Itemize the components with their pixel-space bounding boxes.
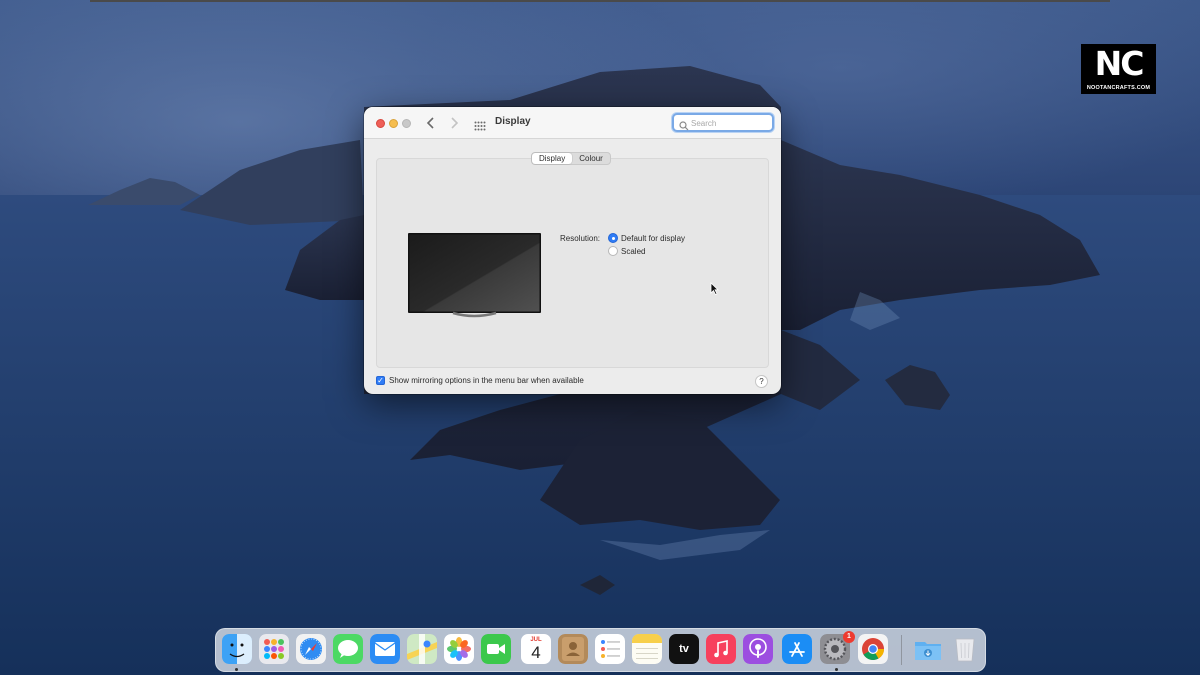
trash-icon[interactable] bbox=[950, 634, 980, 664]
tab-colour[interactable]: Colour bbox=[572, 153, 610, 164]
display-preferences-window: Display Search Resolution: Default for d… bbox=[364, 107, 781, 394]
dock-separator bbox=[901, 635, 902, 665]
tv-label: tv bbox=[679, 643, 689, 655]
display-tab-bar: Display Colour bbox=[531, 152, 611, 165]
tab-display[interactable]: Display bbox=[532, 153, 573, 164]
facetime-icon[interactable] bbox=[481, 634, 511, 664]
default-for-display-label[interactable]: Default for display bbox=[621, 234, 685, 243]
show-all-grid-icon[interactable] bbox=[474, 118, 486, 131]
scaled-label[interactable]: Scaled bbox=[621, 247, 645, 256]
app-store-icon[interactable] bbox=[782, 634, 812, 664]
finder-running-indicator bbox=[235, 668, 238, 671]
logo-site: NOOTANCRAFTS.COM bbox=[1086, 85, 1151, 91]
display-monitor-icon bbox=[408, 233, 541, 319]
default-for-display-radio[interactable] bbox=[608, 233, 618, 243]
messages-icon[interactable] bbox=[333, 634, 363, 664]
top-edge-bar bbox=[90, 0, 1110, 2]
help-button[interactable]: ? bbox=[755, 375, 768, 388]
system-preferences-badge: 1 bbox=[843, 631, 855, 643]
finder-icon[interactable] bbox=[222, 634, 252, 664]
safari-icon[interactable] bbox=[296, 634, 326, 664]
search-field[interactable] bbox=[672, 113, 774, 132]
mirroring-checkbox[interactable]: ✓ bbox=[376, 376, 385, 385]
mouse-pointer-icon bbox=[710, 282, 719, 296]
back-chevron-icon[interactable] bbox=[424, 115, 438, 131]
downloads-folder-icon[interactable] bbox=[913, 634, 943, 664]
search-icon bbox=[679, 118, 689, 131]
contacts-icon[interactable] bbox=[558, 634, 588, 664]
close-window-button[interactable] bbox=[376, 119, 385, 128]
dock: JUL 4 tv 1 bbox=[215, 628, 986, 672]
notes-icon[interactable] bbox=[632, 634, 662, 664]
minimize-window-button[interactable] bbox=[389, 119, 398, 128]
forward-chevron-icon[interactable] bbox=[447, 115, 461, 131]
calendar-day: 4 bbox=[531, 643, 541, 662]
podcasts-icon[interactable] bbox=[743, 634, 773, 664]
reminders-icon[interactable] bbox=[595, 634, 625, 664]
resolution-label: Resolution: bbox=[560, 234, 601, 243]
window-titlebar[interactable]: Display bbox=[364, 107, 781, 139]
music-icon[interactable] bbox=[706, 634, 736, 664]
maps-icon[interactable] bbox=[407, 634, 437, 664]
search-input[interactable] bbox=[691, 116, 771, 130]
logo-mark: NC bbox=[1094, 44, 1145, 83]
zoom-window-button[interactable] bbox=[402, 119, 411, 128]
system-preferences-running-indicator bbox=[835, 668, 838, 671]
display-settings-pane: Resolution: Default for display Scaled bbox=[376, 158, 769, 368]
scaled-radio[interactable] bbox=[608, 246, 618, 256]
nootancrafts-logo: NC NOOTANCRAFTS.COM bbox=[1081, 44, 1156, 94]
launchpad-icon[interactable] bbox=[259, 634, 289, 664]
window-title: Display bbox=[495, 116, 531, 127]
mirroring-label[interactable]: Show mirroring options in the menu bar w… bbox=[389, 376, 584, 385]
photos-icon[interactable] bbox=[444, 634, 474, 664]
chrome-icon[interactable] bbox=[858, 634, 888, 664]
calendar-icon[interactable]: JUL 4 bbox=[521, 634, 551, 664]
tv-icon[interactable]: tv bbox=[669, 634, 699, 664]
mail-icon[interactable] bbox=[370, 634, 400, 664]
